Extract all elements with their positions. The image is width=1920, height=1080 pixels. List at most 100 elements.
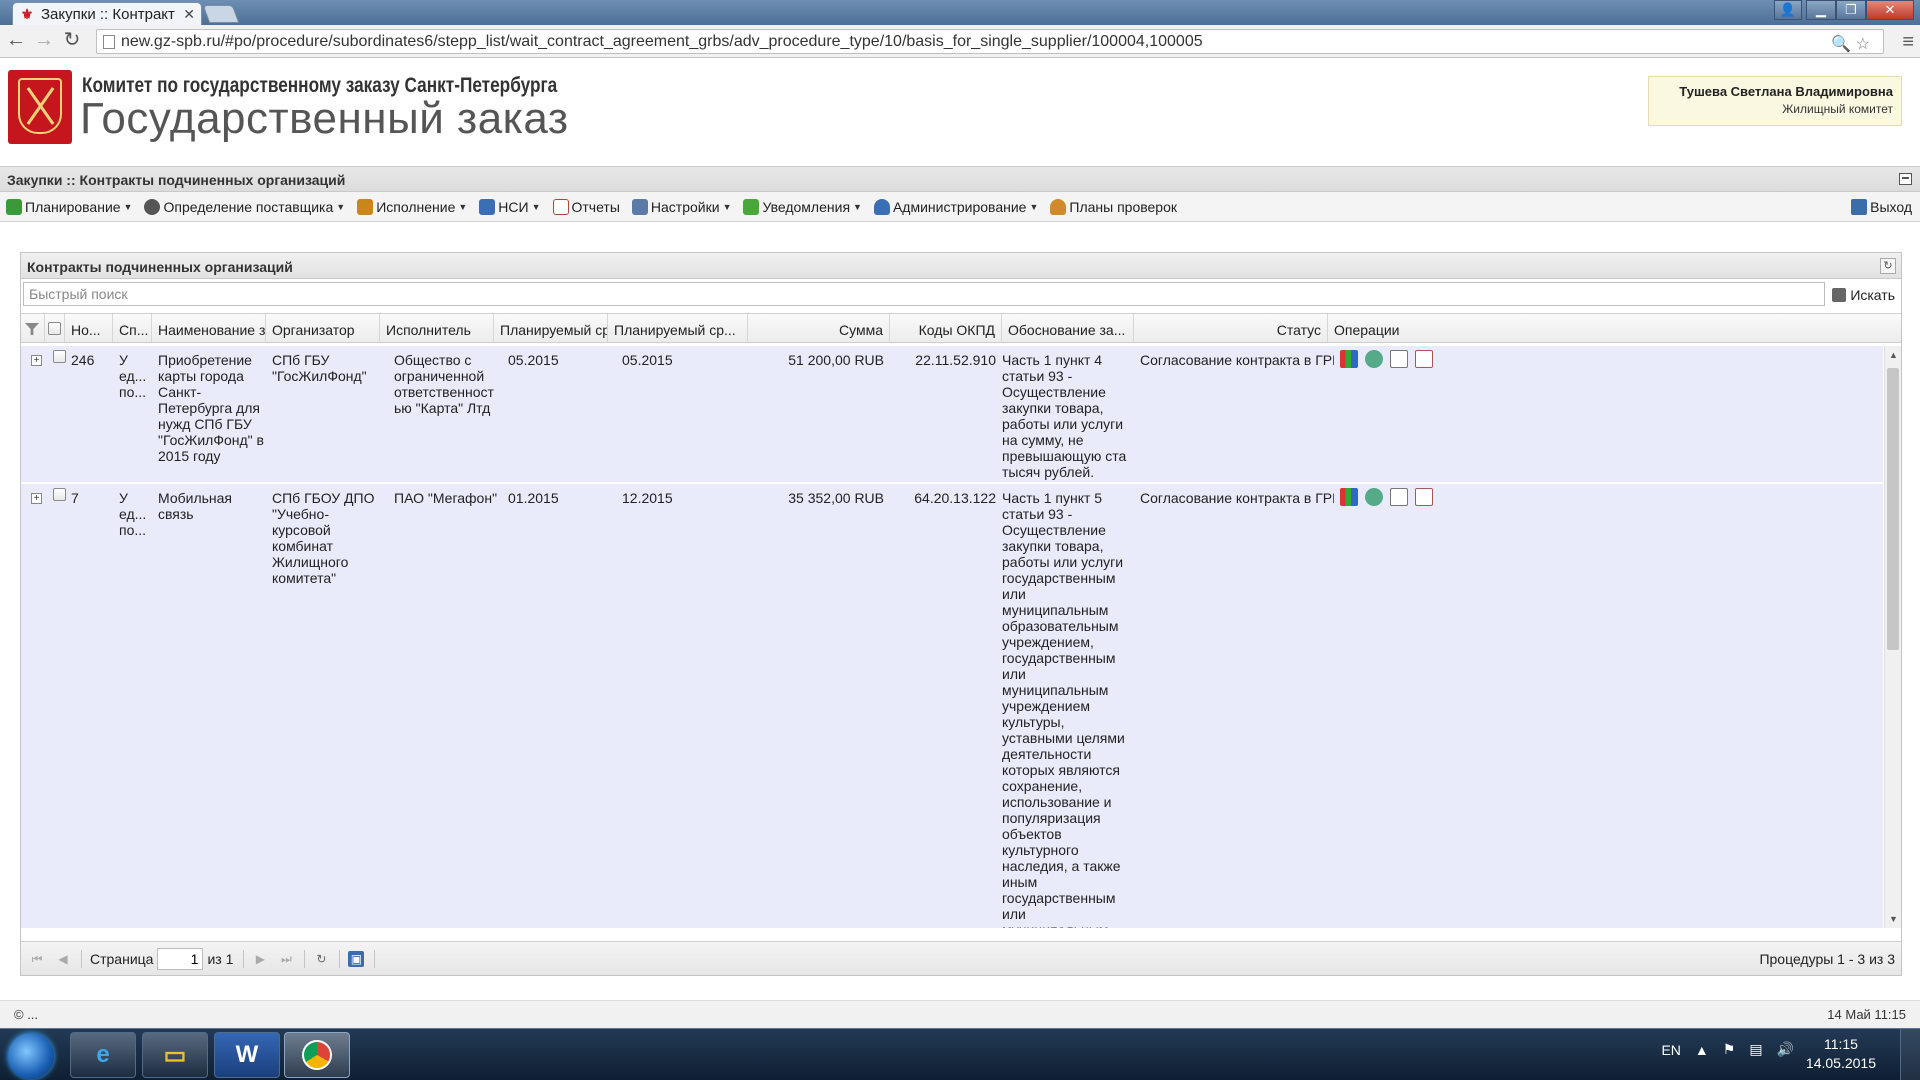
taskbar-clock[interactable]: 11:15 14.05.2015 (1806, 1035, 1876, 1073)
menu-inspection-plans[interactable]: Планы проверок (1050, 198, 1177, 215)
maximize-button[interactable]: ❐ (1836, 0, 1866, 20)
save-disk-icon[interactable]: ▣ (348, 950, 365, 967)
table-row[interactable]: + 246 У ед... по... Приобретение карты г… (21, 346, 1883, 483)
divider (243, 949, 245, 968)
back-arrow-icon[interactable]: ← (6, 30, 26, 51)
page-icon (103, 35, 115, 49)
cell-sum: 35 352,00 RUB (788, 490, 884, 506)
col-sum[interactable]: Сумма (748, 314, 890, 343)
page-footer: © ... 14 Май 11:15 (0, 1000, 1920, 1028)
book-icon (479, 198, 496, 215)
volume-icon[interactable]: 🔊 (1777, 1041, 1794, 1058)
address-bar-input[interactable]: new.gz-spb.ru/#po/procedure/subordinates… (96, 29, 1884, 54)
scroll-down-arrow-icon[interactable]: ▼ (1889, 914, 1898, 924)
start-button[interactable] (8, 1033, 54, 1079)
approve-doc-icon[interactable] (1390, 350, 1408, 368)
new-tab-button[interactable] (202, 5, 240, 23)
network-icon[interactable]: ▤ (1749, 1041, 1762, 1058)
menu-supplier-determination[interactable]: Определение поставщика ▼ (144, 198, 345, 215)
reload-icon[interactable]: ↻ (62, 30, 82, 51)
col-status[interactable]: Статус (1134, 314, 1328, 343)
window-controls: 👤 ▁ ❐ ✕ (1774, 0, 1914, 20)
col-planned-start[interactable]: Планируемый ср... (494, 314, 608, 343)
language-indicator[interactable]: EN (1661, 1042, 1680, 1058)
expand-row-icon[interactable]: + (25, 346, 45, 366)
scroll-up-arrow-icon[interactable]: ▲ (1889, 350, 1898, 360)
col-executor[interactable]: Исполнитель (380, 314, 494, 343)
col-number[interactable]: Но... (65, 314, 113, 343)
document-icon[interactable] (1415, 488, 1433, 506)
caret-down-icon: ▼ (531, 201, 541, 212)
expand-row-icon[interactable]: + (25, 484, 45, 504)
col-organizer[interactable]: Организатор (266, 314, 380, 343)
row-checkbox[interactable] (47, 484, 67, 504)
pagination-bar: ⏮ ◀ Страница из 1 ▶ ⏭ ↻ ▣ Процедуры 1 - … (21, 941, 1901, 975)
menu-administration[interactable]: Администрирование ▼ (873, 198, 1038, 215)
show-desktop-button[interactable] (1900, 1029, 1920, 1080)
menu-label: Уведомления (762, 198, 851, 215)
refresh-grid-icon[interactable]: ↻ (313, 951, 329, 967)
zoom-icon[interactable]: 🔍 (1831, 36, 1851, 53)
cell-planned-end: 05.2015 (622, 352, 673, 368)
select-all-checkbox[interactable] (45, 314, 65, 343)
chart-icon[interactable] (1340, 350, 1358, 368)
ie-icon[interactable]: e (70, 1032, 136, 1078)
scrollbar-thumb[interactable] (1887, 368, 1899, 650)
chart-icon[interactable] (1340, 488, 1358, 506)
next-page-icon[interactable]: ▶ (252, 951, 268, 967)
logout-button[interactable]: Выход (1851, 199, 1912, 215)
close-window-button[interactable]: ✕ (1866, 0, 1914, 20)
menu-reports[interactable]: Отчеты (552, 198, 620, 215)
vertical-scrollbar[interactable]: ▲ ▼ (1884, 346, 1901, 928)
approve-doc-icon[interactable] (1390, 488, 1408, 506)
col-method[interactable]: Сп... (113, 314, 152, 343)
execution-icon (357, 198, 374, 215)
table-row[interactable]: + 7 У ед... по... Мобильная связь СПб ГБ… (21, 484, 1883, 928)
tab-close-icon[interactable]: ✕ (183, 6, 195, 23)
col-planned-end[interactable]: Планируемый ср... (608, 314, 748, 343)
menu-label: Администрирование (892, 198, 1027, 215)
word-icon[interactable]: W (214, 1032, 280, 1078)
settings-gear-icon[interactable] (1365, 350, 1383, 368)
cell-basis: Часть 1 пункт 4 статьи 93 - Осуществлени… (1002, 352, 1127, 480)
flag-icon[interactable]: ⚑ (1723, 1041, 1736, 1058)
spb-emblem-logo (8, 70, 72, 144)
user-profile-icon[interactable]: 👤 (1774, 0, 1802, 20)
menu-execution[interactable]: Исполнение ▼ (357, 198, 467, 215)
folder-icon[interactable]: ▭ (142, 1032, 208, 1078)
minimize-button[interactable]: ▁ (1806, 0, 1836, 20)
menu-settings[interactable]: Настройки ▼ (631, 198, 731, 215)
col-okpd[interactable]: Коды ОКПД (890, 314, 1002, 343)
browser-menu-icon[interactable]: ≡ (1902, 31, 1914, 54)
first-page-icon[interactable]: ⏮ (29, 951, 45, 967)
col-basis[interactable]: Обоснование за... (1002, 314, 1134, 343)
caret-down-icon: ▼ (123, 201, 133, 212)
logout-label: Выход (1870, 199, 1912, 215)
col-name[interactable]: Наименование з... (152, 314, 266, 343)
settings-gear-icon[interactable] (1365, 488, 1383, 506)
quick-search-input[interactable] (23, 282, 1825, 306)
cell-name: Мобильная связь (158, 490, 233, 522)
browser-toolbar: ← → ↻ new.gz-spb.ru/#po/procedure/subord… (0, 25, 1920, 58)
bookmark-star-icon[interactable]: ☆ (1856, 36, 1870, 53)
cell-sum: 51 200,00 RUB (788, 352, 884, 368)
clock-date: 14.05.2015 (1805, 1055, 1876, 1071)
refresh-icon[interactable]: ↻ (1880, 258, 1896, 274)
tab-title: Закупки :: Контракт (41, 5, 175, 23)
last-page-icon[interactable]: ⏭ (278, 951, 294, 967)
page-number-input[interactable] (157, 947, 204, 970)
menu-notifications[interactable]: Уведомления ▼ (743, 198, 862, 215)
filter-icon[interactable] (21, 314, 45, 343)
chrome-icon[interactable] (284, 1032, 350, 1078)
document-icon[interactable] (1415, 350, 1433, 368)
menu-nsi[interactable]: НСИ ▼ (479, 198, 541, 215)
row-checkbox[interactable] (47, 346, 67, 366)
tray-expand-icon[interactable]: ▲ (1695, 1042, 1709, 1058)
collapse-icon[interactable] (1899, 173, 1912, 185)
menu-planning[interactable]: Планирование ▼ (6, 198, 133, 215)
search-button[interactable]: Искать (1832, 287, 1895, 303)
prev-page-icon[interactable]: ◀ (55, 951, 71, 967)
cell-method: У ед... по... (119, 490, 147, 538)
browser-tab-active[interactable]: ⚜ Закупки :: Контракт ✕ (12, 2, 202, 25)
forward-arrow-icon[interactable]: → (34, 30, 54, 51)
